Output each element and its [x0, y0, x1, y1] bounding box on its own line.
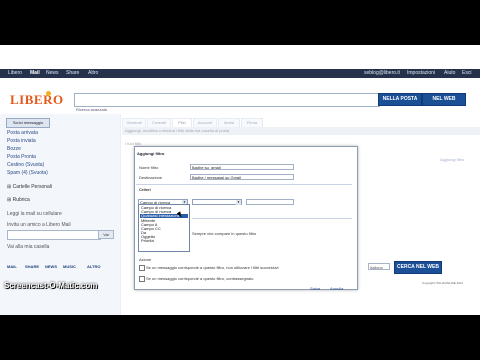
- link-aiuto[interactable]: Aiuto: [444, 70, 455, 76]
- flag-message-label: Se un messaggio corrisponde a questo fil…: [146, 276, 254, 281]
- contacts-label: Rubrica: [12, 197, 30, 203]
- bottom-nav-mail[interactable]: MAIL: [7, 264, 17, 269]
- screencast-watermark: Screencast-O-Matic.com: [4, 281, 98, 290]
- bottom-nav-news[interactable]: NEWS: [45, 264, 57, 269]
- flag-message-checkbox[interactable]: [139, 276, 145, 282]
- libero-logo[interactable]: LIBERO: [10, 92, 64, 108]
- search-web-button[interactable]: NEL WEB: [422, 93, 466, 106]
- folder-drafts[interactable]: Bozze: [7, 146, 21, 152]
- stop-processing-checkbox[interactable]: [139, 265, 145, 271]
- invite-email-input[interactable]: [7, 230, 101, 240]
- mobile-mail-link[interactable]: Leggi la mail su cellulare: [7, 211, 62, 217]
- top-navigation-bar: Libero Mail News Share Altro seblog@libe…: [0, 69, 480, 78]
- destination-label: Destinazione: [139, 175, 163, 180]
- nav-share[interactable]: Share: [66, 70, 79, 76]
- folder-spam[interactable]: Spam (4) (Svuota): [7, 170, 48, 176]
- bottom-nav-altro[interactable]: ALTRO: [87, 264, 100, 269]
- go-to-mailbox-link[interactable]: Vai alla mia casella: [7, 244, 49, 250]
- nav-news[interactable]: News: [46, 70, 59, 76]
- chevron-down-icon: ▼: [236, 200, 241, 205]
- language-select[interactable]: Italiano: [368, 263, 390, 270]
- search-mail-button[interactable]: NELLA POSTA: [378, 93, 422, 106]
- save-button[interactable]: Salva: [310, 286, 320, 291]
- filter-name-input[interactable]: Badhe su_gmail: [190, 164, 294, 170]
- copyright-text: Copyright ITALIAONLINE 2011: [422, 281, 464, 285]
- stop-processing-label: Se un messaggio corrisponde a questo fil…: [146, 265, 279, 270]
- folder-ready[interactable]: Posta Pronta: [7, 154, 36, 160]
- filter-name-label: Nome filtro: [139, 165, 159, 170]
- personal-folders-label: Cartelle Personali: [12, 184, 53, 190]
- criteria-operator-select[interactable]: ▼: [192, 199, 242, 205]
- link-impostazioni[interactable]: Impostazioni: [407, 70, 435, 76]
- nav-mail[interactable]: Mail: [30, 70, 40, 76]
- dialog-title: Aggiungi filtro: [137, 151, 165, 156]
- action-label: Azione: [139, 257, 152, 262]
- write-message-button[interactable]: Scrivi messaggio: [6, 118, 50, 128]
- nav-altro[interactable]: Altro: [88, 70, 98, 76]
- link-esci[interactable]: Esci: [462, 70, 471, 76]
- apply-text: Sempre che compare in questo filtro: [192, 231, 257, 236]
- user-email[interactable]: seblog@libero.it: [364, 70, 400, 76]
- search-web-footer-button[interactable]: CERCA NEL WEB: [394, 261, 442, 274]
- invite-go-button[interactable]: Vai: [98, 230, 114, 239]
- section-contacts[interactable]: ⊞ Rubrica: [7, 197, 30, 203]
- folder-trash[interactable]: Cestino (Svuota): [7, 162, 44, 168]
- criteria-dropdown-list: Campo di ricerca Campo di ricerca Qualsi…: [138, 204, 190, 252]
- destination-select[interactable]: Badhe / messaggi su Gmail: [190, 174, 294, 180]
- criteria-label: Criteri: [139, 187, 151, 192]
- bottom-nav-music[interactable]: MUSIC: [63, 264, 76, 269]
- dropdown-option[interactable]: Priorita': [140, 239, 188, 243]
- advanced-search-link[interactable]: Ricerca avanzata: [76, 107, 107, 112]
- folder-sent[interactable]: Posta inviata: [7, 138, 36, 144]
- section-personal-folders[interactable]: ⊞ Cartelle Personali: [7, 184, 52, 190]
- dialog-divider: [192, 218, 352, 219]
- bottom-nav-share[interactable]: SHARE: [25, 264, 39, 269]
- cancel-button[interactable]: Annulla: [330, 286, 343, 291]
- search-input[interactable]: [74, 93, 380, 107]
- invite-friend-text: Invita un amico a Libero Mail: [7, 222, 71, 228]
- dialog-divider: [136, 184, 352, 185]
- nav-libero[interactable]: Libero: [8, 70, 22, 76]
- logo-dot-icon: [46, 91, 51, 96]
- folder-inbox[interactable]: Posta arrivata: [7, 130, 38, 136]
- criteria-value-input[interactable]: [246, 199, 294, 205]
